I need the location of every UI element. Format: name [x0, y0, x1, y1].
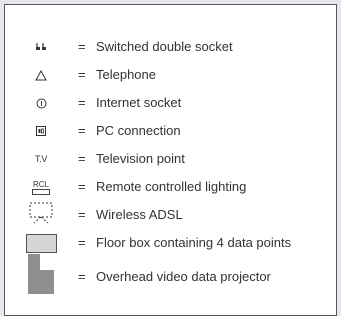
equals-sign: = — [78, 207, 86, 222]
tv-symbol-text: T.V — [34, 154, 48, 164]
television-point-icon: T.V — [5, 149, 77, 169]
equals-sign: = — [78, 95, 86, 110]
legend-label-floor-box: Floor box containing 4 data points — [96, 235, 292, 250]
double-socket-icon — [5, 37, 77, 57]
legend-row-pc-connection: = PC connection — [5, 121, 336, 141]
legend-label-television-point: Television point — [96, 151, 185, 166]
legend-label-wireless-adsl: Wireless ADSL — [96, 207, 183, 222]
legend-box: = Switched double socket = Telephone = I… — [4, 4, 337, 316]
equals-sign: = — [78, 179, 86, 194]
legend-label-rcl: Remote controlled lighting — [96, 179, 247, 194]
legend-row-television-point: T.V = Television point — [5, 149, 336, 169]
equals-sign: = — [78, 39, 86, 54]
legend-label-telephone: Telephone — [96, 67, 156, 82]
rcl-box-shape — [32, 188, 50, 195]
rcl-icon: RCL — [5, 177, 77, 197]
legend-row-double-socket: = Switched double socket — [5, 37, 336, 57]
legend-label-pc-connection: PC connection — [96, 123, 181, 138]
floor-box-shape — [25, 233, 57, 253]
pc-connection-icon — [5, 121, 77, 141]
equals-sign: = — [78, 123, 86, 138]
internet-socket-icon — [5, 93, 77, 113]
legend-row-telephone: = Telephone — [5, 65, 336, 85]
legend-label-double-socket: Switched double socket — [96, 39, 233, 54]
wireless-adsl-icon — [5, 202, 77, 225]
equals-sign: = — [78, 151, 86, 166]
rcl-symbol-text: RCL — [32, 179, 49, 189]
legend-row-wireless-adsl: = Wireless ADSL — [5, 202, 336, 225]
equals-sign: = — [78, 67, 86, 82]
legend-row-projector: = Overhead video data projector — [5, 254, 336, 294]
legend-row-rcl: RCL = Remote controlled lighting — [5, 177, 336, 197]
legend-label-internet-socket: Internet socket — [96, 95, 182, 110]
floor-box-icon — [5, 233, 77, 253]
legend-row-floor-box: = Floor box containing 4 data points — [5, 233, 336, 253]
projector-icon — [5, 254, 77, 294]
legend-label-projector: Overhead video data projector — [96, 269, 271, 284]
equals-sign: = — [78, 235, 86, 250]
legend-row-internet-socket: = Internet socket — [5, 93, 336, 113]
equals-sign: = — [78, 269, 86, 284]
telephone-triangle-icon — [5, 65, 77, 85]
